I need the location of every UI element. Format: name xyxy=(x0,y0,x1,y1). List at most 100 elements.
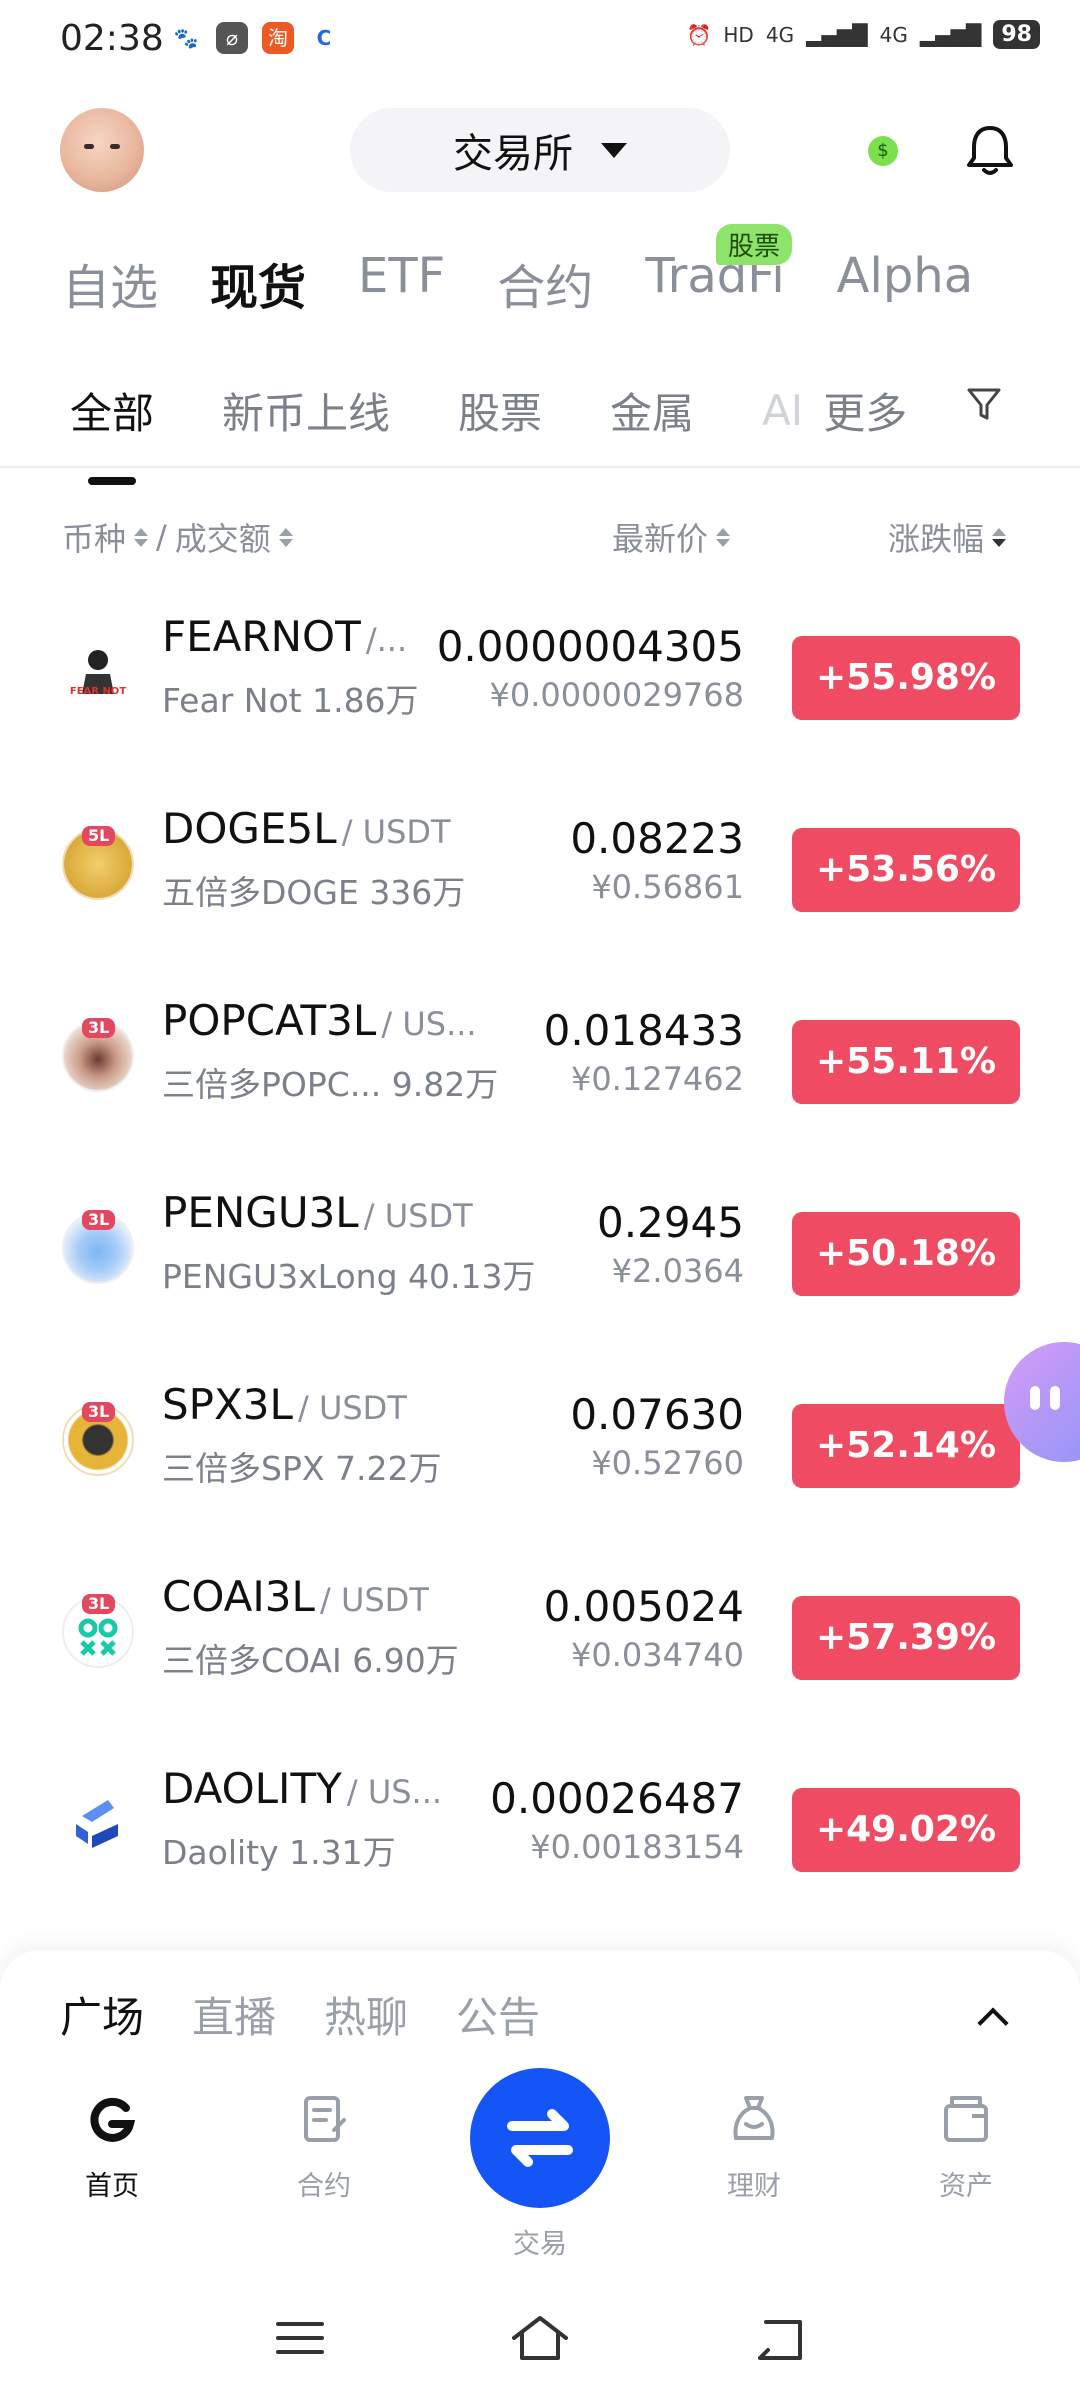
pair-name: DOGE5L / USDT xyxy=(162,804,451,853)
nav-assets-label: 资产 xyxy=(939,2171,993,2202)
nav-earn[interactable]: 理财 xyxy=(684,2090,824,2203)
bell-icon[interactable] xyxy=(960,120,1020,180)
tab-futures[interactable]: 合约 xyxy=(497,248,593,318)
tab-square[interactable]: 广场 xyxy=(60,1984,144,2045)
tradfi-stock-badge: 股票 xyxy=(716,224,793,265)
nav-assets[interactable]: 资产 xyxy=(896,2090,1036,2203)
sort-icon[interactable] xyxy=(278,527,293,547)
column-price[interactable]: 最新价 xyxy=(612,514,708,560)
coin-full-name: 三倍多POPC... xyxy=(162,1065,382,1104)
trade-button[interactable] xyxy=(470,2068,610,2208)
status-time: 02:38 xyxy=(60,18,164,59)
market-row[interactable]: 3L POPCAT3L / US... 三倍多POPC... 9.82万 0.0… xyxy=(0,984,1080,1176)
signal-icon: ▂▄▆█ xyxy=(919,22,982,47)
status-bar: 02:38 🐾 ⌀ 淘 C ⏰ HD 4G ▂▄▆█ 4G ▂▄▆█ 98 xyxy=(0,0,1080,84)
pair-quote: /... xyxy=(365,621,408,659)
coin-full-name: 三倍多SPX xyxy=(162,1449,325,1488)
nav-futures[interactable]: 合约 xyxy=(254,2090,394,2203)
back-icon[interactable] xyxy=(752,2310,808,2366)
tab-announcements[interactable]: 公告 xyxy=(456,1984,540,2045)
market-row[interactable]: FEAR NOT FEARNOT /... Fear Not 1.86万 0.0… xyxy=(0,600,1080,792)
tab-etf[interactable]: ETF xyxy=(358,248,445,318)
last-price: 0.0000004305 xyxy=(436,622,744,671)
signal-2-label: 4G xyxy=(879,22,908,47)
baidu-paw-icon: 🐾 xyxy=(170,22,202,54)
status-right: ⏰ HD 4G ▂▄▆█ 4G ▂▄▆█ 98 xyxy=(686,20,1040,49)
leverage-tag: 3L xyxy=(82,1402,116,1422)
subtab-stocks[interactable]: 股票 xyxy=(458,380,542,441)
futures-doc-icon xyxy=(304,2096,346,2142)
subtab-metals[interactable]: 金属 xyxy=(610,380,694,441)
pair-base: POPCAT3L xyxy=(162,996,377,1045)
exchange-switcher[interactable]: 交易所 xyxy=(350,108,730,192)
column-price-header[interactable]: 最新价 xyxy=(612,514,731,560)
sort-icon[interactable] xyxy=(134,527,149,547)
sort-icon[interactable] xyxy=(716,527,731,547)
subtab-more[interactable]: 更多 xyxy=(823,380,907,441)
coin-subtitle: 三倍多POPC... 9.82万 xyxy=(162,1058,498,1106)
status-app-icons: 🐾 ⌀ 淘 C xyxy=(170,22,340,54)
pair-name: COAI3L / USDT xyxy=(162,1572,429,1621)
market-row[interactable]: DAOLITY / US... Daolity 1.31万 0.00026487… xyxy=(0,1752,1080,1944)
nav-earn-label: 理财 xyxy=(727,2171,781,2202)
pair-base: DAOLITY xyxy=(162,1764,342,1813)
market-type-tabs: 自选 现货 ETF 合约 TradFi Alpha xyxy=(62,248,1025,318)
column-change-header[interactable]: 涨跌幅 xyxy=(888,514,1007,560)
coin-full-name: 五倍多DOGE xyxy=(162,873,359,912)
last-price: 0.2945 xyxy=(597,1198,744,1247)
alarm-icon: ⏰ xyxy=(686,22,712,47)
pair-name: DAOLITY / US... xyxy=(162,1764,442,1813)
home-logo-icon xyxy=(90,2097,136,2142)
exchange-label: 交易所 xyxy=(453,131,573,177)
change-badge[interactable]: +55.98% xyxy=(792,636,1020,720)
tab-live[interactable]: 直播 xyxy=(192,1984,276,2045)
column-change[interactable]: 涨跌幅 xyxy=(888,514,984,560)
column-coin[interactable]: 币种 xyxy=(62,514,126,560)
change-badge[interactable]: +53.56% xyxy=(792,828,1020,912)
sort-desc-icon[interactable] xyxy=(992,527,1007,547)
tab-watchlist[interactable]: 自选 xyxy=(62,248,158,318)
coin-subtitle: 三倍多SPX 7.22万 xyxy=(162,1442,441,1490)
subtab-all[interactable]: 全部 xyxy=(70,380,154,485)
change-badge[interactable]: +52.14% xyxy=(792,1404,1020,1488)
coin-subtitle: Fear Not 1.86万 xyxy=(162,674,419,722)
nav-home-label: 首页 xyxy=(85,2171,139,2202)
pair-quote: / USDT xyxy=(319,1581,429,1619)
coin-full-name: PENGU3xLong xyxy=(162,1257,398,1296)
battery-level: 98 xyxy=(993,20,1040,49)
change-badge[interactable]: +49.02% xyxy=(792,1788,1020,1872)
change-badge[interactable]: +57.39% xyxy=(792,1596,1020,1680)
nav-home[interactable]: 首页 xyxy=(42,2090,182,2203)
market-row[interactable]: 3L PENGU3L / USDT PENGU3xLong 40.13万 0.2… xyxy=(0,1176,1080,1368)
subtab-ai[interactable]: AI xyxy=(762,386,803,435)
user-avatar[interactable] xyxy=(60,108,144,192)
filter-icon[interactable] xyxy=(964,384,1004,424)
last-price: 0.08223 xyxy=(570,814,744,863)
pair-name: PENGU3L / USDT xyxy=(162,1188,473,1237)
coin-volume: 336万 xyxy=(369,873,466,912)
market-row[interactable]: 3L SPX3L / USDT 三倍多SPX 7.22万 0.07630 ¥0.… xyxy=(0,1368,1080,1560)
market-row[interactable]: 3L COAI3L / USDT 三倍多COAI 6.90万 0.005024 … xyxy=(0,1560,1080,1752)
chevron-up-icon[interactable] xyxy=(977,2007,1009,2039)
market-row[interactable]: 5L DOGE5L / USDT 五倍多DOGE 336万 0.08223 ¥0… xyxy=(0,792,1080,984)
pair-base: SPX3L xyxy=(162,1380,293,1429)
caret-down-icon xyxy=(601,142,627,158)
tab-spot[interactable]: 现货 xyxy=(210,248,306,318)
tab-hot-chat[interactable]: 热聊 xyxy=(324,1984,408,2045)
coin-volume: 1.31万 xyxy=(289,1833,396,1872)
change-badge[interactable]: +50.18% xyxy=(792,1212,1020,1296)
coin-full-name: Daolity xyxy=(162,1833,279,1872)
change-badge[interactable]: +55.11% xyxy=(792,1020,1020,1104)
spx-logo-icon: 3L xyxy=(62,1402,134,1476)
subtab-new-listings[interactable]: 新币上线 xyxy=(222,380,390,441)
column-volume[interactable]: 成交额 xyxy=(175,514,271,560)
pair-name: SPX3L / USDT xyxy=(162,1380,407,1429)
home-icon[interactable] xyxy=(508,2310,572,2366)
dollar-coin-icon[interactable]: $ xyxy=(868,136,898,166)
coin-volume: 6.90万 xyxy=(352,1641,459,1680)
tab-alpha[interactable]: Alpha xyxy=(837,248,973,318)
menu-icon[interactable] xyxy=(272,2310,328,2366)
popcat-logo-icon: 3L xyxy=(62,1018,134,1092)
money-bag-icon xyxy=(733,2096,775,2140)
last-price: 0.07630 xyxy=(570,1390,744,1439)
